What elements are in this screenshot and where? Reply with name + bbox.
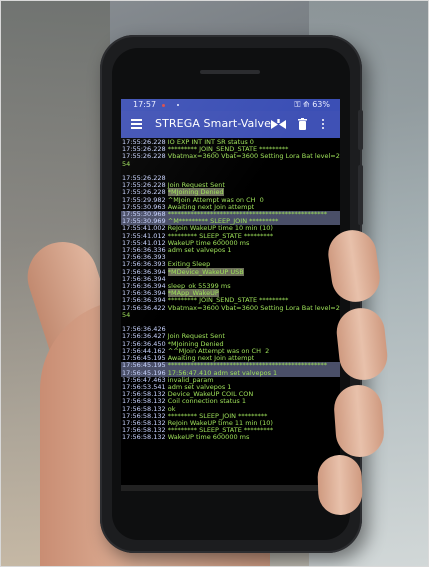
screen-bottom-bar xyxy=(121,485,340,491)
power-button xyxy=(358,165,363,225)
log-message: *MDevice_WakeUP USB xyxy=(167,267,244,276)
serial-log[interactable]: 17:55:26.228 IO EXP INT INT SR status 01… xyxy=(121,138,340,485)
volume-button xyxy=(358,110,363,150)
finger xyxy=(332,383,386,459)
status-battery: ⚿ ⟰ 63% xyxy=(294,100,330,109)
menu-icon[interactable] xyxy=(131,119,142,129)
more-icon[interactable] xyxy=(322,119,326,131)
trash-icon[interactable] xyxy=(298,118,307,130)
log-message: WakeUP time 600000 ms xyxy=(167,433,250,442)
status-time: 17:57 xyxy=(133,100,157,109)
log-message: Coil connection status 1 xyxy=(167,397,246,406)
log-line: 17:55:26.228 Vbatmax=3600 Vbat=3600 Sett… xyxy=(121,153,340,168)
finger xyxy=(316,454,364,516)
app-title: STREGA Smart-Valve xyxy=(155,117,271,130)
notification-dot-icon xyxy=(177,104,179,106)
log-line: 17:56:58.132 WakeUP time 600000 ms xyxy=(121,434,340,441)
log-line: 17:56:36.422 Vbatmax=3600 Vbat=3600 Sett… xyxy=(121,304,340,319)
log-message: adm set valvepos 1 xyxy=(167,246,232,255)
earpiece-speaker xyxy=(200,70,260,74)
notification-dot-icon xyxy=(162,104,165,107)
log-timestamp: 17:56:58.132 xyxy=(122,433,166,442)
status-bar: 17:57 ⚿ ⟰ 63% xyxy=(121,99,340,111)
phone-screen: 17:57 ⚿ ⟰ 63% STREGA Smart-Valve 17:55:2… xyxy=(121,99,340,485)
valve-icon[interactable] xyxy=(271,119,286,130)
app-bar: STREGA Smart-Valve xyxy=(121,111,340,138)
